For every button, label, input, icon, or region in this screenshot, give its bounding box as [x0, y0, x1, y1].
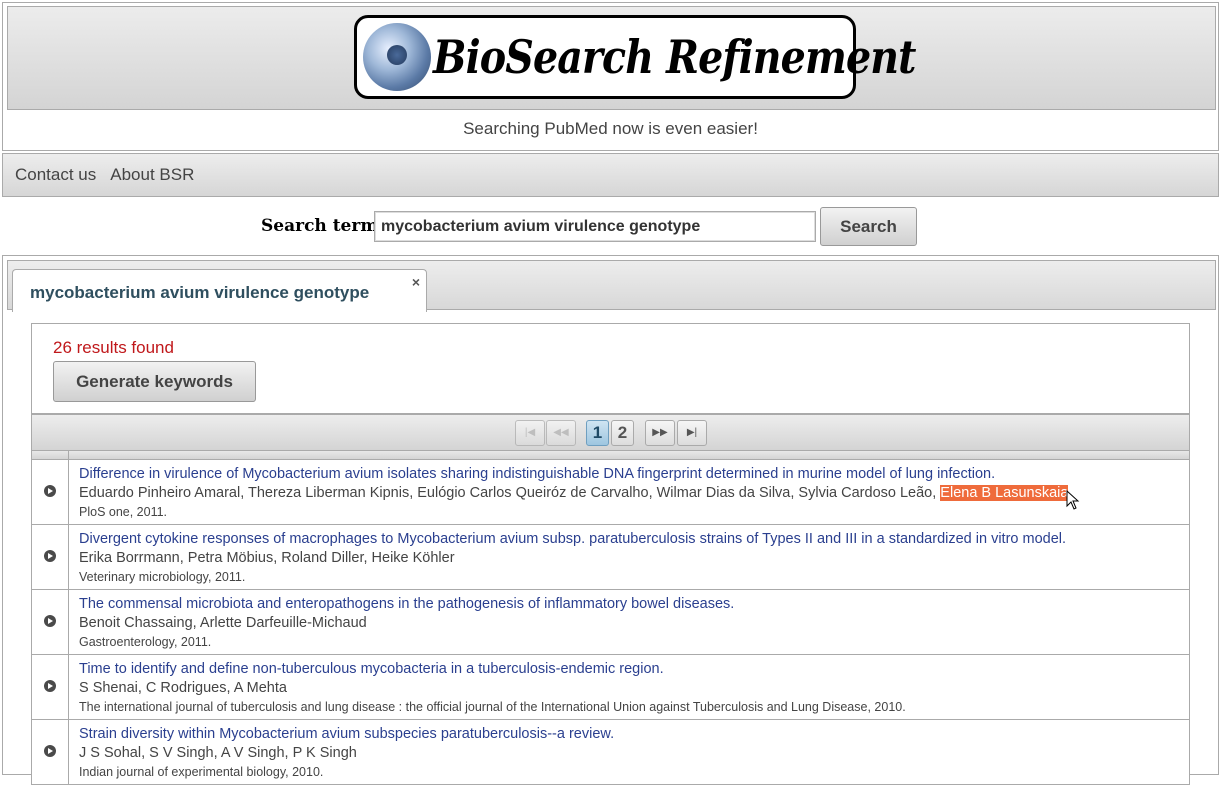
authors-text: Eduardo Pinheiro Amaral, Thereza Liberma…	[79, 485, 941, 501]
page-2-button[interactable]: 2	[611, 420, 634, 446]
article-title-link[interactable]: The commensal microbiota and enteropatho…	[79, 595, 1183, 613]
play-circle-icon	[44, 680, 56, 692]
close-icon[interactable]: ×	[412, 274, 420, 290]
article-title-link[interactable]: Strain diversity within Mycobacterium av…	[79, 725, 1183, 743]
logo-text: BioSearch Refinement	[433, 30, 916, 84]
article-title-link[interactable]: Time to identify and define non-tubercul…	[79, 660, 1183, 678]
table-row: Difference in virulence of Mycobacterium…	[31, 460, 1190, 525]
search-input[interactable]	[374, 211, 816, 242]
article-journal: The international journal of tuberculosi…	[79, 700, 906, 714]
last-page-button[interactable]: ▶|	[677, 420, 707, 446]
banner: BioSearch Refinement	[7, 6, 1216, 110]
row-expander[interactable]	[32, 525, 69, 589]
play-circle-icon	[44, 745, 56, 757]
search-button[interactable]: Search	[820, 207, 917, 246]
article-journal: Veterinary microbiology, 2011.	[79, 570, 246, 584]
next-page-button[interactable]: ▶▶	[645, 420, 675, 446]
play-circle-icon	[44, 550, 56, 562]
play-circle-icon	[44, 615, 56, 627]
article-journal: PloS one, 2011.	[79, 505, 168, 519]
cell-globe-icon	[363, 23, 431, 91]
nav-contact-us[interactable]: Contact us	[15, 165, 96, 185]
row-expander[interactable]	[32, 590, 69, 654]
pager: |◀ ◀◀ 1 2 ▶▶ ▶|	[31, 414, 1190, 451]
row-expander[interactable]	[32, 720, 69, 784]
row-expander[interactable]	[32, 655, 69, 719]
nav-about-bsr[interactable]: About BSR	[110, 165, 194, 185]
article-authors: Eduardo Pinheiro Amaral, Thereza Liberma…	[79, 484, 1183, 503]
results-count: 26 results found	[53, 338, 174, 357]
generate-keywords-button[interactable]: Generate keywords	[53, 361, 256, 402]
mouse-cursor-icon	[1066, 490, 1080, 510]
table-row: Strain diversity within Mycobacterium av…	[31, 720, 1190, 785]
prev-page-button[interactable]: ◀◀	[546, 420, 576, 446]
play-circle-icon	[44, 485, 56, 497]
search-label: Search term	[261, 216, 379, 236]
tab-search-result[interactable]: mycobacterium avium virulence genotype ×	[12, 269, 427, 312]
article-title-link[interactable]: Divergent cytokine responses of macropha…	[79, 530, 1183, 548]
table-row: The commensal microbiota and enteropatho…	[31, 590, 1190, 655]
author-highlight: Elena B Lasunskaia	[940, 485, 1069, 501]
first-page-button[interactable]: |◀	[515, 420, 545, 446]
site-header: BioSearch Refinement Searching PubMed no…	[2, 2, 1219, 151]
article-authors: J S Sohal, S V Singh, A V Singh, P K Sin…	[79, 745, 357, 761]
logo[interactable]: BioSearch Refinement	[354, 15, 916, 99]
table-header	[31, 451, 1190, 460]
article-authors: S Shenai, C Rodrigues, A Mehta	[79, 680, 287, 696]
article-authors: Erika Borrmann, Petra Möbius, Roland Dil…	[79, 550, 455, 566]
row-expander[interactable]	[32, 460, 69, 524]
results-panel: mycobacterium avium virulence genotype ×…	[2, 255, 1219, 785]
article-authors: Benoit Chassaing, Arlette Darfeuille-Mic…	[79, 615, 367, 631]
page-1-button[interactable]: 1	[586, 420, 609, 446]
table-row: Divergent cytokine responses of macropha…	[31, 525, 1190, 590]
tagline: Searching PubMed now is even easier!	[463, 119, 758, 138]
tab-label: mycobacterium avium virulence genotype	[30, 283, 370, 302]
article-title-link[interactable]: Difference in virulence of Mycobacterium…	[79, 465, 1183, 483]
table-row: Time to identify and define non-tubercul…	[31, 655, 1190, 720]
tab-bar: mycobacterium avium virulence genotype ×	[7, 260, 1216, 312]
nav-bar: Contact us About BSR	[2, 153, 1219, 197]
results-summary: 26 results found Generate keywords	[31, 323, 1190, 414]
article-journal: Gastroenterology, 2011.	[79, 635, 212, 649]
